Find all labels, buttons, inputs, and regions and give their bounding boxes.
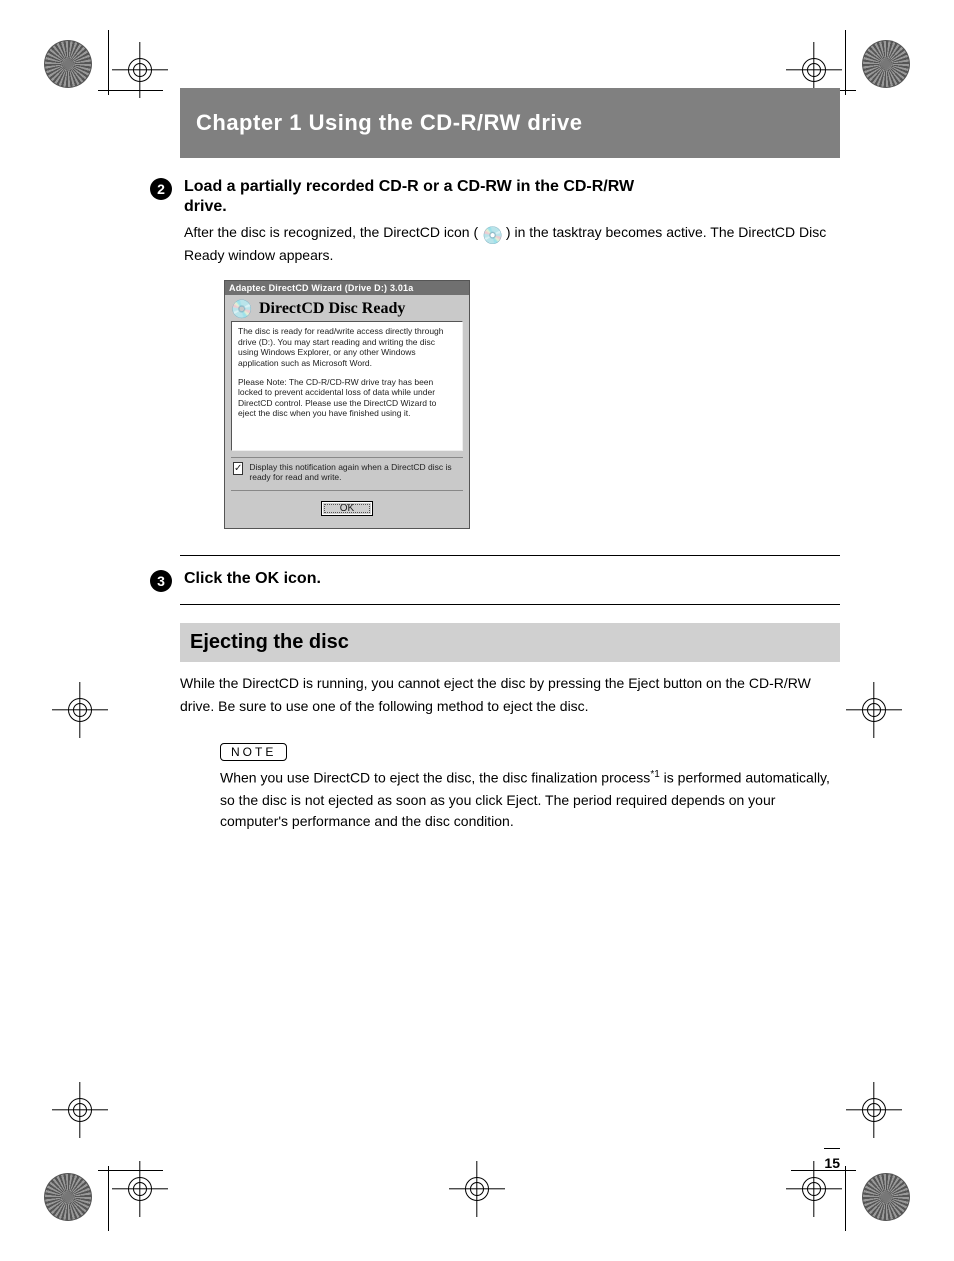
directcd-tray-icon: 💿 — [482, 227, 502, 245]
step-number-badge: 3 — [150, 570, 172, 592]
registration-ball-icon — [862, 40, 910, 88]
registration-cross-icon — [794, 1169, 834, 1209]
step-3-title: Click the OK icon. — [184, 570, 840, 588]
registration-cross-icon — [60, 1090, 100, 1130]
note-body: When you use DirectCD to eject the disc,… — [220, 767, 840, 833]
registration-ball-icon — [44, 1173, 92, 1221]
dialog-message-1: The disc is ready for read/write access … — [238, 326, 456, 369]
notification-checkbox-label: Display this notification again when a D… — [249, 462, 461, 482]
step-2-description: After the disc is recognized, the Direct… — [184, 222, 840, 266]
registration-cross-icon — [60, 690, 100, 730]
registration-cross-icon — [457, 1169, 497, 1209]
section-paragraph: While the DirectCD is running, you canno… — [180, 672, 840, 717]
ok-button[interactable]: OK — [321, 501, 373, 516]
note-footnote-ref: *1 — [650, 769, 659, 780]
dialog-message-2: Please Note: The CD-R/CD-RW drive tray h… — [238, 377, 456, 420]
directcd-dialog: Adaptec DirectCD Wizard (Drive D:) 3.01a… — [224, 280, 470, 529]
note-body-before: When you use DirectCD to eject the disc,… — [220, 770, 650, 786]
section-heading: Ejecting the disc — [180, 623, 840, 662]
note-label: NOTE — [220, 743, 287, 761]
step-number-badge: 2 — [150, 178, 172, 200]
dialog-titlebar: Adaptec DirectCD Wizard (Drive D:) 3.01a — [225, 281, 469, 295]
page-number: 15 — [824, 1155, 840, 1171]
disc-icon: 💿 — [231, 299, 253, 319]
registration-ball-icon — [862, 1173, 910, 1221]
dialog-message-box: The disc is ready for read/write access … — [231, 321, 463, 451]
step-2-title-line1: Load a partially recorded CD-R or a CD-R… — [184, 178, 840, 196]
notification-checkbox[interactable]: ✓ — [233, 462, 243, 475]
registration-ball-icon — [44, 40, 92, 88]
separator — [180, 604, 840, 605]
registration-cross-icon — [120, 1169, 160, 1209]
step-2-title-line2: drive. — [184, 198, 840, 216]
registration-cross-icon — [854, 690, 894, 730]
chapter-heading: Chapter 1 Using the CD-R/RW drive — [180, 88, 840, 158]
separator — [824, 1148, 840, 1149]
registration-cross-icon — [120, 50, 160, 90]
dialog-ready-title: DirectCD Disc Ready — [259, 300, 405, 318]
registration-cross-icon — [794, 50, 834, 90]
registration-cross-icon — [854, 1090, 894, 1130]
step-2-desc-before: After the disc is recognized, the Direct… — [184, 224, 478, 240]
